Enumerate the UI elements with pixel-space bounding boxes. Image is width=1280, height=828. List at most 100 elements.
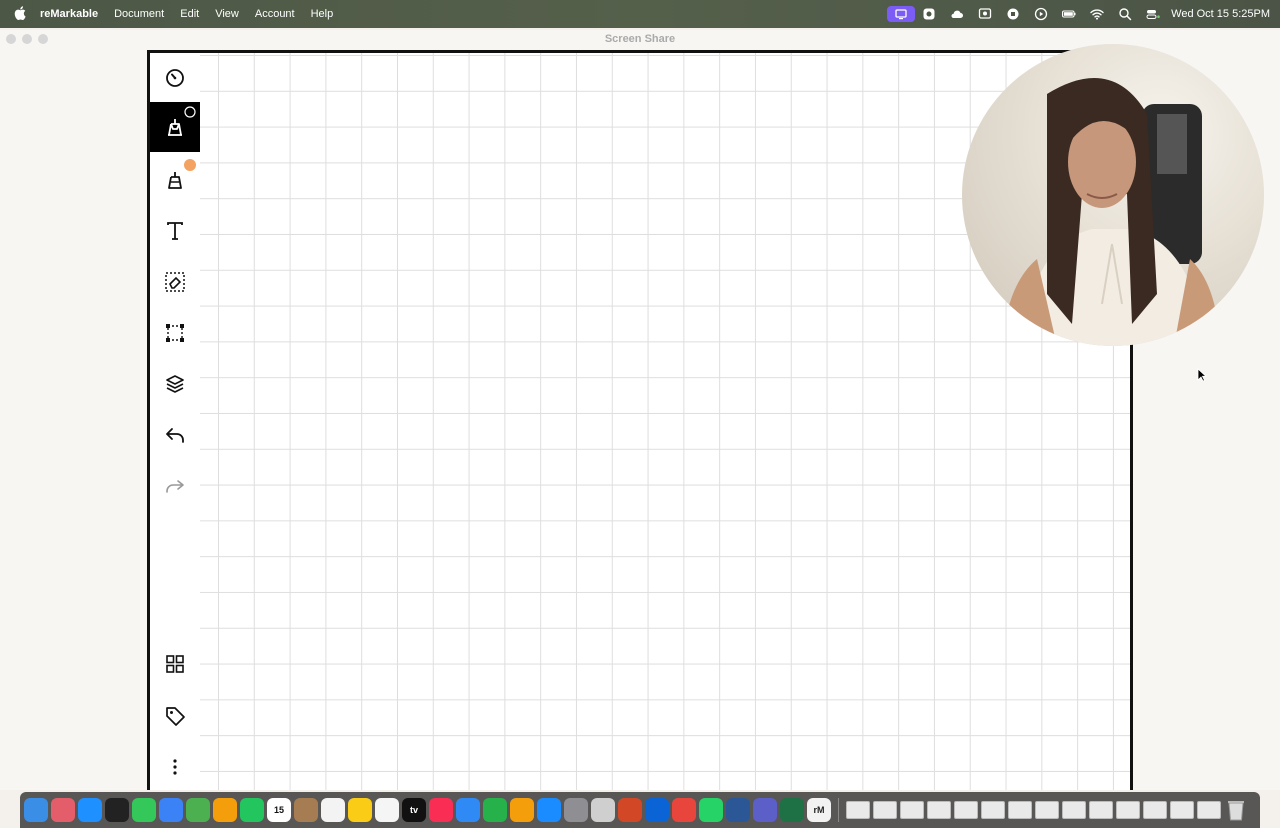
tag-icon [166, 707, 185, 726]
apple-menu-icon[interactable] [0, 5, 40, 23]
outlook-icon[interactable] [645, 798, 669, 822]
dock-minimized-window[interactable] [846, 801, 870, 819]
dock-minimized-window[interactable] [981, 801, 1005, 819]
dock-app-label: rM [813, 805, 825, 815]
keynote-icon[interactable] [456, 798, 480, 822]
word-icon[interactable] [726, 798, 750, 822]
more-options-button[interactable] [150, 742, 200, 790]
selection-tool-button[interactable] [150, 308, 200, 358]
menu-edit[interactable]: Edit [172, 8, 207, 20]
freeform-icon[interactable] [375, 798, 399, 822]
safari-icon[interactable] [78, 798, 102, 822]
mouse-cursor-icon [1197, 368, 1207, 382]
webcam-person-image [1002, 78, 1220, 346]
gpu-icon[interactable] [999, 0, 1027, 28]
mail-icon[interactable] [159, 798, 183, 822]
menu-document[interactable]: Document [106, 8, 172, 20]
contacts-icon[interactable] [294, 798, 318, 822]
pages-icon[interactable] [510, 798, 534, 822]
dock-minimized-window[interactable] [954, 801, 978, 819]
terminal-icon[interactable] [105, 798, 129, 822]
tv-icon[interactable]: tv [402, 798, 426, 822]
dock-minimized-window[interactable] [1170, 801, 1194, 819]
highlighter-tool-button[interactable] [150, 155, 200, 205]
dock-minimized-window[interactable] [1062, 801, 1086, 819]
control-center-icon[interactable] [1139, 0, 1167, 28]
menu-view[interactable]: View [207, 8, 247, 20]
selection-tool-icon [166, 324, 184, 342]
excel-icon[interactable] [780, 798, 804, 822]
text-tool-button[interactable] [150, 206, 200, 256]
camera-icon[interactable] [915, 0, 943, 28]
menu-bar: reMarkable Document Edit View Account He… [0, 0, 1280, 28]
play-icon[interactable] [1027, 0, 1055, 28]
webcam-overlay[interactable] [962, 44, 1264, 346]
app-menu[interactable]: reMarkable [40, 8, 106, 20]
pen-tool-button[interactable] [150, 102, 200, 152]
dock: 15 tv rM [20, 792, 1260, 828]
facetime-icon[interactable] [240, 798, 264, 822]
launchpad-icon[interactable] [51, 798, 75, 822]
notes-icon[interactable] [348, 798, 372, 822]
undo-icon [166, 428, 184, 443]
highlighter-color-badge [184, 159, 196, 171]
iphone-mirroring-icon[interactable] [591, 798, 615, 822]
dock-minimized-window[interactable] [1089, 801, 1113, 819]
maps-icon[interactable] [186, 798, 210, 822]
menu-bar-clock[interactable]: Wed Oct 15 5:25PM [1167, 8, 1280, 20]
dock-minimized-window[interactable] [873, 801, 897, 819]
dock-minimized-window[interactable] [1143, 801, 1167, 819]
status-area: Wed Oct 15 5:25PM [887, 0, 1280, 28]
left-toolbar [150, 53, 200, 790]
pen-settings-icon[interactable] [184, 106, 196, 118]
whatsapp-icon[interactable] [699, 798, 723, 822]
pen-tool-icon [168, 119, 182, 136]
remote-icon[interactable] [971, 0, 999, 28]
reminders-icon[interactable] [321, 798, 345, 822]
dock-minimized-window[interactable] [1197, 801, 1221, 819]
more-icon [173, 759, 177, 775]
powerpoint-icon[interactable] [618, 798, 642, 822]
dock-minimized-window[interactable] [1116, 801, 1140, 819]
menu-circle-icon [166, 69, 184, 87]
highlighter-tool-icon [168, 172, 182, 189]
battery-icon[interactable] [1055, 0, 1083, 28]
redo-icon [166, 480, 184, 493]
cloud-icon[interactable] [943, 0, 971, 28]
finder-icon[interactable] [24, 798, 48, 822]
dock-minimized-window[interactable] [900, 801, 924, 819]
minimize-window-button[interactable] [22, 34, 32, 44]
page-overview-button[interactable] [150, 639, 200, 689]
zoom-window-button[interactable] [38, 34, 48, 44]
search-icon[interactable] [1111, 0, 1139, 28]
dock-app-label: 15 [273, 805, 284, 815]
undo-button[interactable] [150, 410, 200, 460]
system-settings-icon[interactable] [564, 798, 588, 822]
menu-help[interactable]: Help [303, 8, 342, 20]
layers-icon [166, 375, 184, 393]
teams-icon[interactable] [753, 798, 777, 822]
tag-button[interactable] [150, 691, 200, 741]
wifi-icon[interactable] [1083, 0, 1111, 28]
screen-share-icon[interactable] [887, 0, 916, 28]
app-store-icon[interactable] [537, 798, 561, 822]
photos-icon[interactable] [213, 798, 237, 822]
chrome-icon[interactable] [672, 798, 696, 822]
eraser-tool-icon [165, 272, 185, 292]
eraser-tool-button[interactable] [150, 257, 200, 307]
music-icon[interactable] [429, 798, 453, 822]
close-window-button[interactable] [6, 34, 16, 44]
numbers-icon[interactable] [483, 798, 507, 822]
layers-button[interactable] [150, 359, 200, 409]
messages-icon[interactable] [132, 798, 156, 822]
calendar-icon[interactable]: 15 [267, 798, 291, 822]
menu-account[interactable]: Account [247, 8, 303, 20]
dock-minimized-window[interactable] [1008, 801, 1032, 819]
remarkable-icon[interactable]: rM [807, 798, 831, 822]
page-overview-icon [166, 655, 184, 673]
trash-icon[interactable] [1224, 798, 1248, 822]
dock-minimized-window[interactable] [1035, 801, 1059, 819]
redo-button[interactable] [150, 461, 200, 511]
menu-circle-button[interactable] [150, 53, 200, 103]
dock-minimized-window[interactable] [927, 801, 951, 819]
